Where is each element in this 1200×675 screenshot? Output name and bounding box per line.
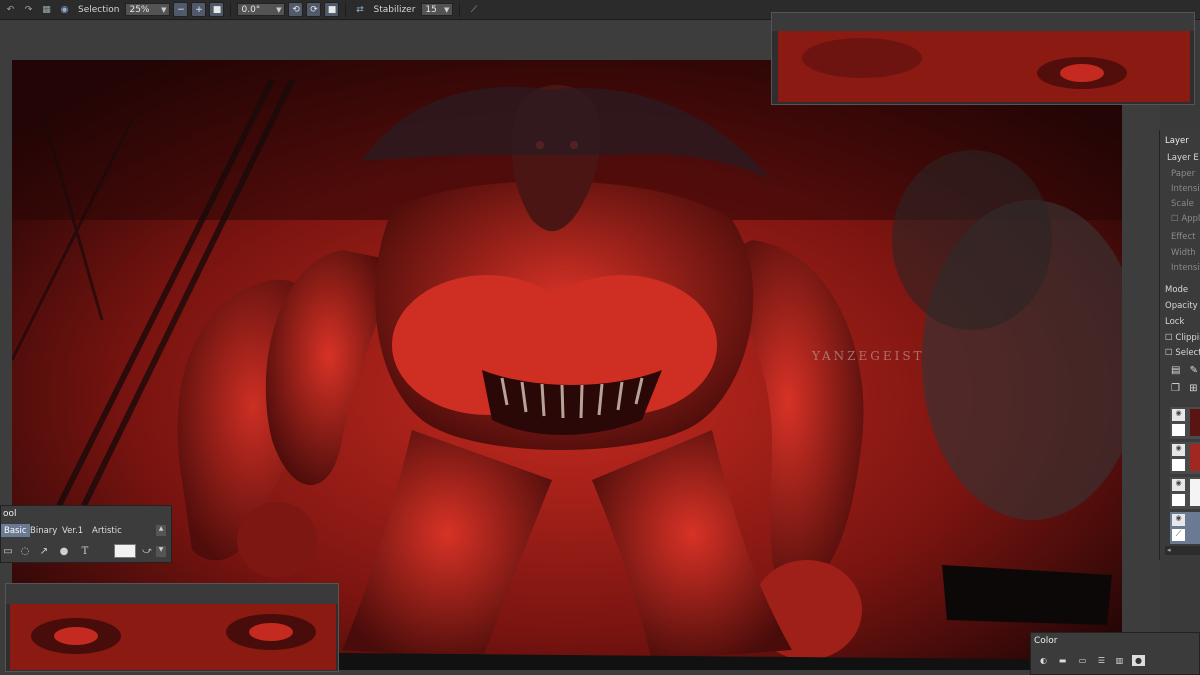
text-tool-icon[interactable]: T: [78, 544, 92, 558]
chevron-down-icon: ▼: [276, 5, 282, 14]
tool-panel-scroll-up[interactable]: ▲: [156, 525, 166, 536]
grid-icon[interactable]: ▦: [39, 2, 54, 17]
color-panel: Color ◐ ▬ ▭ ☰ ▥ ●: [1030, 632, 1200, 675]
toolbar-divider: [459, 2, 461, 17]
scale-label: Scale: [1171, 199, 1194, 209]
layer-row-selected[interactable]: ◉ ⟋: [1170, 512, 1200, 544]
fill-bucket-icon[interactable]: ●: [57, 544, 71, 558]
color-bar-icon[interactable]: ▭: [1076, 655, 1089, 666]
layer-color-swatch: [1190, 479, 1200, 506]
paper-label: Paper: [1171, 169, 1196, 179]
tab-artistic[interactable]: Artistic: [89, 524, 125, 537]
layer-effect-section[interactable]: Layer E: [1160, 153, 1200, 163]
layer-thumbnail: ⟋: [1172, 529, 1185, 541]
zoom-in-icon[interactable]: +: [191, 2, 207, 17]
tab-ver1[interactable]: Ver.1: [59, 524, 86, 537]
color-slider-icon[interactable]: ▬: [1056, 655, 1069, 666]
color-palette-icon[interactable]: ●: [1132, 655, 1145, 666]
layer-buttons: ▤ ✎: [1160, 365, 1200, 376]
blend-mode-label[interactable]: Mode: [1160, 285, 1200, 295]
rotation-select[interactable]: 0.0° ▼: [237, 3, 286, 16]
intensity-label: Intensit: [1171, 184, 1200, 194]
chevron-down-icon: ▼: [444, 5, 450, 14]
apply-label: Appl: [1181, 214, 1200, 224]
stabilizer-select[interactable]: 15 ▼: [421, 3, 454, 16]
effect-label: Effect: [1171, 232, 1196, 242]
color-set-icon[interactable]: ☰: [1095, 655, 1108, 666]
layer-color-swatch: [1190, 409, 1200, 436]
rotate-left-icon[interactable]: ⟲: [288, 2, 304, 17]
color-wheel-icon[interactable]: ◐: [1037, 655, 1050, 666]
layer-panel: Layer Layer E Paper Intensit Scale ☐ App…: [1159, 130, 1200, 560]
width-label: Width: [1171, 248, 1196, 258]
clipping-checkbox[interactable]: ☐ Clippin: [1160, 333, 1200, 343]
opacity-label[interactable]: Opacity: [1160, 301, 1200, 311]
layer-row[interactable]: ◉: [1170, 477, 1200, 509]
layer-color-swatch: [1190, 444, 1200, 471]
navigator-preview: [772, 13, 1194, 102]
toolbar-divider: [230, 2, 232, 17]
rect-select-icon[interactable]: ▭: [1, 544, 15, 558]
layer-row[interactable]: ◉: [1170, 407, 1200, 439]
color-history-icon[interactable]: ▥: [1113, 655, 1126, 666]
pen-icon[interactable]: ⟋: [466, 2, 481, 17]
artist-signature: YANZEGEIST: [811, 349, 925, 363]
tab-binary[interactable]: Binary: [27, 524, 60, 537]
layer-panel-title: Layer: [1165, 136, 1189, 146]
stabilizer-label: Stabilizer: [373, 4, 416, 15]
reset-rotation-icon[interactable]: ■: [324, 2, 340, 17]
zoom-select[interactable]: 25% ▼: [125, 3, 171, 16]
visibility-eye-icon[interactable]: ◉: [1172, 444, 1185, 456]
foreground-color-swatch[interactable]: [114, 544, 136, 558]
new-layer-icon[interactable]: ▤: [1171, 365, 1180, 376]
navigator-preview: [6, 584, 338, 670]
layer-thumbnail: [1172, 494, 1185, 506]
clipping-label: Clippin: [1175, 333, 1200, 343]
layer-thumbnail: [1172, 424, 1185, 436]
apply-checkbox[interactable]: ☐ Appl: [1160, 214, 1200, 224]
edit-layer-icon[interactable]: ✎: [1190, 365, 1198, 376]
selection-label[interactable]: Selection: [78, 5, 119, 15]
zoom-value: 25%: [129, 4, 150, 15]
layer-buttons-2: ❐ ⊞: [1160, 383, 1200, 394]
tool-panel: ool Basic Binary Ver.1 Artistic ▲ ▼ ▭ ◌ …: [0, 505, 172, 563]
fit-icon[interactable]: ■: [209, 2, 225, 17]
tool-panel-scroll-down[interactable]: ▼: [156, 546, 166, 557]
monster-illustration: YANZEGEIST: [12, 60, 1122, 670]
color-panel-title: Color: [1034, 636, 1058, 646]
undo-icon[interactable]: ↶: [3, 2, 18, 17]
layer-row[interactable]: ◉: [1170, 442, 1200, 474]
rotate-right-icon[interactable]: ⟳: [306, 2, 322, 17]
swap-colors-icon[interactable]: ⤻: [140, 544, 154, 558]
chevron-down-icon: ▼: [161, 5, 167, 14]
navigator-bottom-left[interactable]: [5, 583, 339, 672]
pen-tool-icon[interactable]: ↗: [37, 544, 51, 558]
redo-icon[interactable]: ↷: [21, 2, 36, 17]
eye-icon[interactable]: ◉: [57, 2, 72, 17]
rotation-value: 0.0°: [241, 4, 261, 15]
layer-scrollbar[interactable]: ◂: [1165, 546, 1200, 555]
intensity-label-2: Intensit: [1171, 263, 1200, 273]
visibility-eye-icon[interactable]: ◉: [1172, 409, 1185, 421]
lock-label[interactable]: Lock: [1160, 317, 1200, 327]
visibility-eye-icon[interactable]: ◉: [1172, 514, 1185, 526]
visibility-eye-icon[interactable]: ◉: [1172, 479, 1185, 491]
zoom-out-icon[interactable]: −: [173, 2, 189, 17]
select-label: Select: [1175, 348, 1200, 358]
navigator-top-right[interactable]: [771, 12, 1195, 105]
copy-layer-icon[interactable]: ❐: [1171, 383, 1180, 394]
flip-icon[interactable]: ⇄: [352, 2, 367, 17]
canvas-artwork[interactable]: YANZEGEIST: [12, 60, 1122, 670]
layer-thumbnail: [1172, 459, 1185, 471]
tool-panel-title: ool: [3, 509, 17, 519]
add-layer-icon[interactable]: ⊞: [1189, 383, 1197, 394]
lasso-icon[interactable]: ◌: [18, 544, 32, 558]
toolbar-divider: [345, 2, 347, 17]
tab-basic[interactable]: Basic: [1, 524, 30, 537]
select-checkbox[interactable]: ☐ Select: [1160, 348, 1200, 358]
stabilizer-value: 15: [425, 4, 437, 15]
